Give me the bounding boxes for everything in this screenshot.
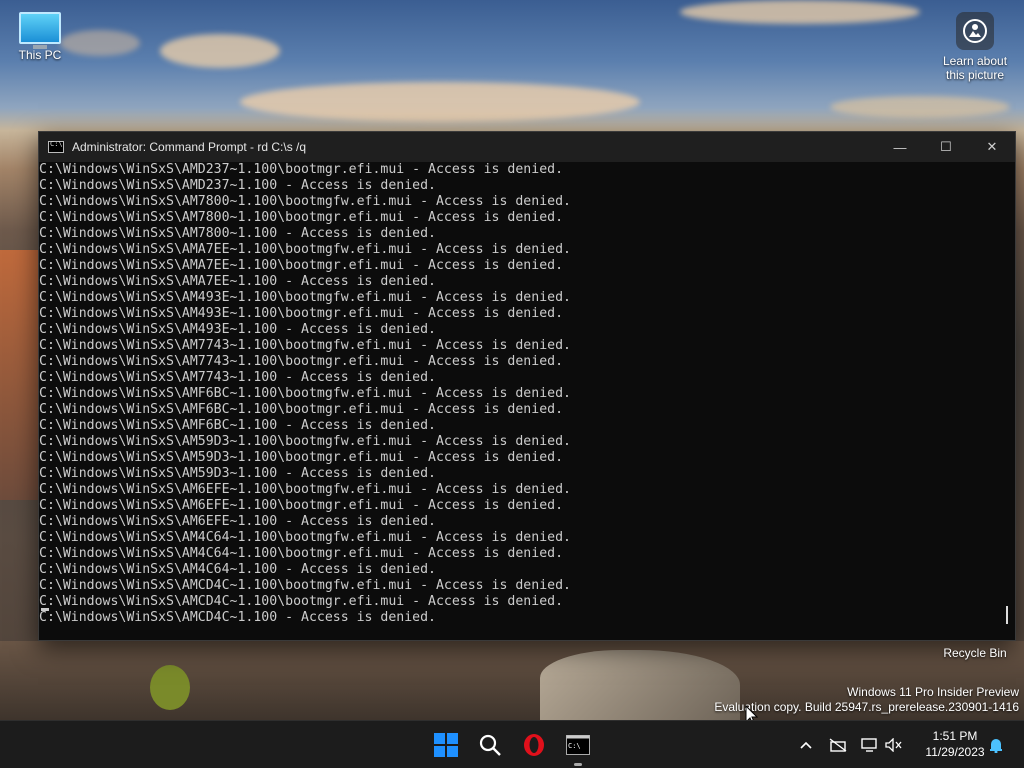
recycle-bin-label[interactable]: Recycle Bin [930, 646, 1020, 660]
system-clock[interactable]: 1:51 PM 11/29/2023 [915, 728, 995, 760]
display-tray-button[interactable] [860, 735, 880, 755]
console-line: C:\Windows\WinSxS\AM59D3~1.100\bootmgfw.… [39, 434, 571, 449]
console-line: C:\Windows\WinSxS\AM7743~1.100\bootmgfw.… [39, 338, 571, 353]
volume-tray-button[interactable] [884, 735, 904, 755]
console-line: C:\Windows\WinSxS\AM4C64~1.100\bootmgfw.… [39, 530, 571, 545]
monitor-icon [19, 12, 61, 49]
clock-time: 1:51 PM [932, 729, 978, 743]
volume-muted-icon [885, 738, 902, 752]
console-line: C:\Windows\WinSxS\AMD237~1.100\bootmgr.e… [39, 162, 564, 177]
scrollbar-thumb[interactable] [1006, 606, 1008, 624]
terminal-icon: C:\ [566, 735, 590, 755]
search-button[interactable] [472, 727, 508, 763]
console-line: C:\Windows\WinSxS\AM4C64~1.100 - Access … [39, 562, 436, 577]
console-line: C:\Windows\WinSxS\AM59D3~1.100\bootmgr.e… [39, 450, 564, 465]
svg-text:C:\: C:\ [568, 742, 581, 750]
window-title: Administrator: Command Prompt - rd C:\s … [72, 140, 307, 154]
console-line: C:\Windows\WinSxS\AM493E~1.100 - Access … [39, 322, 436, 337]
console-line: C:\Windows\WinSxS\AM7743~1.100 - Access … [39, 370, 436, 385]
active-app-indicator [574, 763, 582, 766]
console-line: C:\Windows\WinSxS\AMCD4C~1.100\bootmgfw.… [39, 578, 571, 593]
rock-formation [0, 250, 40, 500]
network-tray-button[interactable] [828, 735, 848, 755]
learn-label-line2: this picture [945, 68, 1005, 82]
notifications-button[interactable] [986, 735, 1006, 755]
console-line: C:\Windows\WinSxS\AM7800~1.100\bootmgr.e… [39, 210, 564, 225]
watermark-edition: Windows 11 Pro Insider Preview [847, 685, 1019, 699]
tree [150, 665, 190, 710]
console-line: C:\Windows\WinSxS\AM6EFE~1.100\bootmgfw.… [39, 482, 571, 497]
opera-icon [524, 734, 544, 756]
cloud [160, 34, 280, 68]
notification-bell-icon [990, 739, 1002, 753]
learn-about-picture-icon[interactable]: Learn about this picture [935, 12, 1015, 82]
console-line: C:\Windows\WinSxS\AM493E~1.100\bootmgfw.… [39, 290, 571, 305]
close-button[interactable]: ✕ [969, 132, 1015, 162]
command-prompt-window[interactable]: Administrator: Command Prompt - rd C:\s … [38, 131, 1016, 641]
window-titlebar[interactable]: Administrator: Command Prompt - rd C:\s … [39, 132, 1015, 162]
chevron-up-icon [800, 741, 812, 749]
console-output[interactable]: C:\Windows\WinSxS\AMD237~1.100\bootmgr.e… [39, 162, 1001, 640]
text-cursor [41, 608, 49, 611]
search-icon [479, 734, 501, 756]
terminal-taskbar-button[interactable]: C:\ [560, 727, 596, 766]
learn-label-line1: Learn about [942, 54, 1008, 68]
console-line: C:\Windows\WinSxS\AM6EFE~1.100 - Access … [39, 514, 436, 529]
console-line: C:\Windows\WinSxS\AM6EFE~1.100\bootmgr.e… [39, 498, 564, 513]
console-line: C:\Windows\WinSxS\AMF6BC~1.100 - Access … [39, 418, 436, 433]
windows-start-icon [434, 733, 458, 757]
console-app-icon [48, 140, 64, 153]
display-icon [861, 738, 877, 752]
start-button[interactable] [428, 727, 464, 763]
vertical-scrollbar[interactable] [999, 162, 1015, 640]
console-line: C:\Windows\WinSxS\AMF6BC~1.100\bootmgr.e… [39, 402, 564, 417]
console-line: C:\Windows\WinSxS\AM493E~1.100\bootmgr.e… [39, 306, 564, 321]
evaluation-watermark: Windows 11 Pro Insider Preview Evaluatio… [714, 685, 1019, 715]
this-pc-label: This PC [18, 48, 62, 62]
console-line: C:\Windows\WinSxS\AM7743~1.100\bootmgr.e… [39, 354, 564, 369]
console-line: C:\Windows\WinSxS\AMF6BC~1.100\bootmgfw.… [39, 386, 571, 401]
console-line: C:\Windows\WinSxS\AMA7EE~1.100 - Access … [39, 274, 436, 289]
this-pc-desktop-icon[interactable]: This PC [0, 12, 80, 62]
console-line: C:\Windows\WinSxS\AMA7EE~1.100\bootmgr.e… [39, 258, 564, 273]
cloud [680, 0, 920, 24]
network-off-icon [829, 738, 847, 752]
minimize-button[interactable]: — [877, 132, 923, 162]
console-line: C:\Windows\WinSxS\AM7800~1.100 - Access … [39, 226, 436, 241]
rock-formation [540, 650, 740, 720]
cloud [830, 96, 1010, 118]
console-line: C:\Windows\WinSxS\AMCD4C~1.100\bootmgr.e… [39, 594, 564, 609]
taskbar: C:\ 1:51 PM 11/29/2023 [0, 720, 1024, 768]
show-hidden-icons-button[interactable] [796, 735, 816, 755]
console-line: C:\Windows\WinSxS\AMA7EE~1.100\bootmgfw.… [39, 242, 571, 257]
opera-taskbar-button[interactable] [516, 727, 552, 763]
console-line: C:\Windows\WinSxS\AM7800~1.100\bootmgfw.… [39, 194, 571, 209]
console-line: C:\Windows\WinSxS\AM4C64~1.100\bootmgr.e… [39, 546, 564, 561]
console-line: C:\Windows\WinSxS\AMD237~1.100 - Access … [39, 178, 436, 193]
cloud [240, 82, 640, 122]
console-line: C:\Windows\WinSxS\AMCD4C~1.100 - Access … [39, 610, 436, 625]
camera-info-icon [956, 12, 994, 50]
clock-date: 11/29/2023 [925, 745, 985, 759]
console-line: C:\Windows\WinSxS\AM59D3~1.100 - Access … [39, 466, 436, 481]
maximize-button[interactable]: ☐ [923, 132, 969, 162]
watermark-build: Evaluation copy. Build 25947.rs_prerelea… [714, 700, 1019, 714]
